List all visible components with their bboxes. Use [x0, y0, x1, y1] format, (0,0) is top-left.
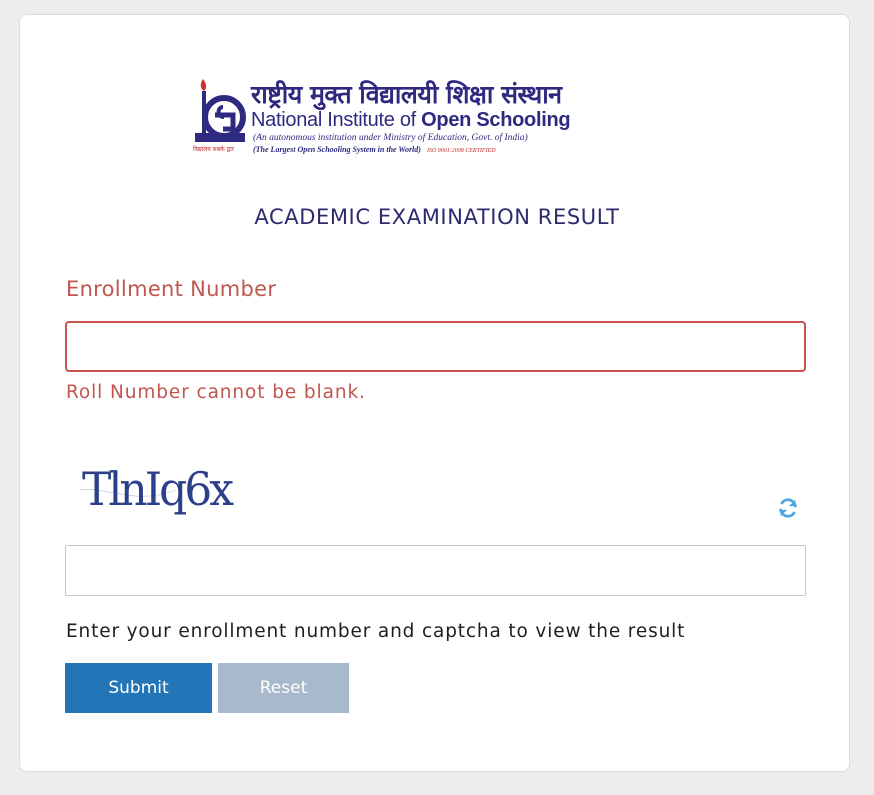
- page-title: ACADEMIC EXAMINATION RESULT: [254, 205, 620, 229]
- nios-emblem-icon: [195, 79, 246, 142]
- enrollment-label: Enrollment Number: [66, 277, 277, 301]
- nios-logo: विद्यालय सबके द्वार राष्ट्रीय मुक्त विद्…: [193, 77, 633, 169]
- submit-button[interactable]: Submit: [65, 663, 212, 713]
- logo-subtitle-2-text: (The Largest Open Schooling System in th…: [253, 145, 421, 154]
- instruction-text: Enter your enrollment number and captcha…: [66, 621, 686, 642]
- captcha-text: TlnIq6x: [82, 462, 234, 516]
- refresh-captcha-icon[interactable]: [777, 497, 799, 519]
- logo-title-english-bold: Open Schooling: [421, 109, 571, 131]
- enrollment-number-input[interactable]: [65, 321, 806, 372]
- logo-title-english-regular: National Institute of: [251, 109, 422, 131]
- enrollment-error-message: Roll Number cannot be blank.: [66, 382, 366, 403]
- captcha-input[interactable]: [65, 545, 806, 596]
- logo-subtitle-1: (An autonomous institution under Ministr…: [253, 133, 528, 143]
- logo-title-hindi: राष्ट्रीय मुक्त विद्यालयी शिक्षा संस्थान: [251, 80, 562, 109]
- logo-subtitle-2: (The Largest Open Schooling System in th…: [253, 145, 496, 154]
- reset-button[interactable]: Reset: [218, 663, 349, 713]
- iso-badge: ISO 9001:2008 CERTIFIED: [426, 148, 496, 154]
- logo-tagline: विद्यालय सबके द्वार: [193, 146, 235, 153]
- logo-title-english: National Institute of Open Schooling: [251, 109, 571, 132]
- captcha-image: TlnIq6x: [79, 462, 237, 516]
